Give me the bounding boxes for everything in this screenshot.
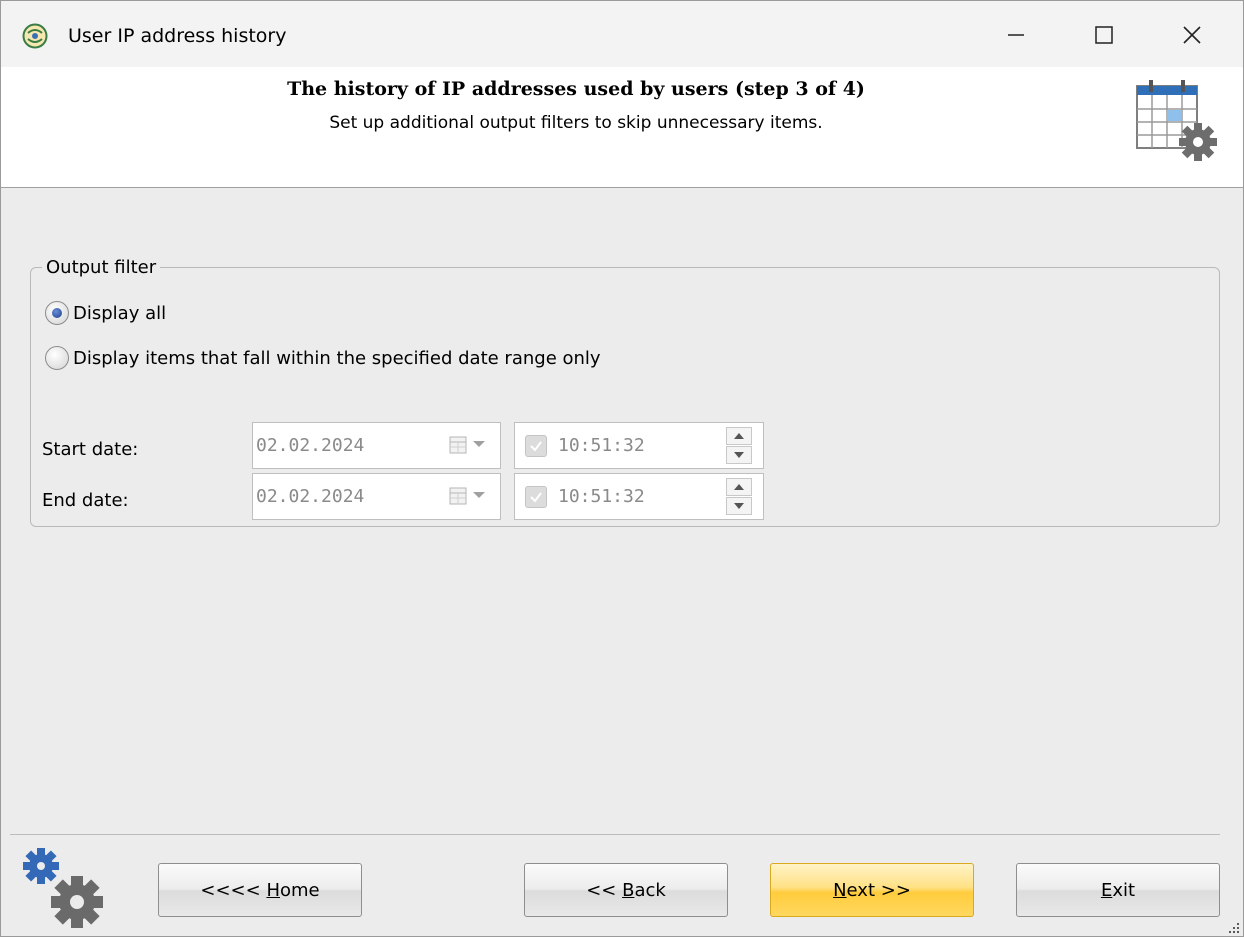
radio-button[interactable] bbox=[45, 346, 69, 370]
chevron-down-icon[interactable] bbox=[473, 441, 485, 447]
home-button-label: <<<< Home bbox=[200, 879, 320, 901]
back-button[interactable]: << Back bbox=[524, 863, 728, 917]
spin-up-button[interactable] bbox=[726, 427, 752, 445]
start-time-value: 10:51:32 bbox=[558, 435, 645, 456]
page-title: The history of IP addresses used by user… bbox=[287, 78, 865, 100]
start-date-value: 02.02.2024 bbox=[256, 435, 365, 456]
arrow-up-icon bbox=[734, 484, 744, 490]
end-date-value: 02.02.2024 bbox=[256, 486, 365, 507]
exit-button-label: Exit bbox=[1100, 879, 1136, 901]
chevron-down-icon[interactable] bbox=[473, 492, 485, 498]
title-bar: User IP address history bbox=[1, 1, 1243, 67]
maximize-button[interactable] bbox=[1073, 11, 1135, 59]
output-filter-legend: Output filter bbox=[42, 257, 161, 278]
radio-display-all-label: Display all bbox=[73, 302, 167, 324]
footer-divider bbox=[10, 834, 1220, 835]
radio-date-range[interactable]: Display items that fall within the speci… bbox=[45, 346, 601, 370]
maximize-icon bbox=[1095, 26, 1113, 44]
next-button[interactable]: Next >> bbox=[770, 863, 974, 917]
home-button[interactable]: <<<< Home bbox=[158, 863, 362, 917]
end-time-value: 10:51:32 bbox=[558, 486, 645, 507]
close-button[interactable] bbox=[1161, 11, 1223, 59]
calendar-settings-icon bbox=[1136, 80, 1217, 161]
app-globe-icon bbox=[22, 23, 48, 49]
spin-down-button[interactable] bbox=[726, 446, 752, 464]
back-button-label: << Back bbox=[586, 879, 666, 901]
end-date-picker[interactable]: 02.02.2024 bbox=[252, 473, 501, 520]
window-title: User IP address history bbox=[68, 25, 287, 47]
minimize-icon bbox=[1008, 34, 1024, 36]
radio-display-all[interactable]: Display all bbox=[45, 301, 166, 325]
calendar-icon[interactable] bbox=[448, 435, 468, 455]
next-button-label: Next >> bbox=[833, 879, 911, 901]
end-time-checkbox[interactable] bbox=[525, 486, 547, 508]
arrow-up-icon bbox=[734, 433, 744, 439]
close-icon bbox=[1183, 26, 1201, 44]
end-date-label: End date: bbox=[42, 490, 129, 511]
arrow-down-icon bbox=[734, 452, 744, 458]
resize-grip-icon[interactable] bbox=[1225, 919, 1241, 935]
check-icon bbox=[530, 492, 542, 503]
exit-button[interactable]: Exit bbox=[1016, 863, 1220, 917]
start-time-field[interactable]: 10:51:32 bbox=[514, 422, 764, 469]
page-subtitle: Set up additional output filters to skip… bbox=[329, 113, 823, 133]
minimize-button[interactable] bbox=[985, 11, 1047, 59]
wizard-header: The history of IP addresses used by user… bbox=[1, 67, 1243, 188]
start-time-spinner[interactable] bbox=[726, 427, 752, 464]
start-time-checkbox[interactable] bbox=[525, 435, 547, 457]
spin-down-button[interactable] bbox=[726, 497, 752, 515]
end-time-field[interactable]: 10:51:32 bbox=[514, 473, 764, 520]
spin-up-button[interactable] bbox=[726, 478, 752, 496]
wizard-window: User IP address history The history of I… bbox=[0, 0, 1244, 937]
radio-date-range-label: Display items that fall within the speci… bbox=[73, 347, 601, 369]
check-icon bbox=[530, 441, 542, 452]
start-date-label: Start date: bbox=[42, 439, 139, 460]
arrow-down-icon bbox=[734, 503, 744, 509]
start-date-picker[interactable]: 02.02.2024 bbox=[252, 422, 501, 469]
radio-button-selected[interactable] bbox=[45, 301, 69, 325]
calendar-icon[interactable] bbox=[448, 486, 468, 506]
gears-icon bbox=[23, 848, 103, 928]
end-time-spinner[interactable] bbox=[726, 478, 752, 515]
